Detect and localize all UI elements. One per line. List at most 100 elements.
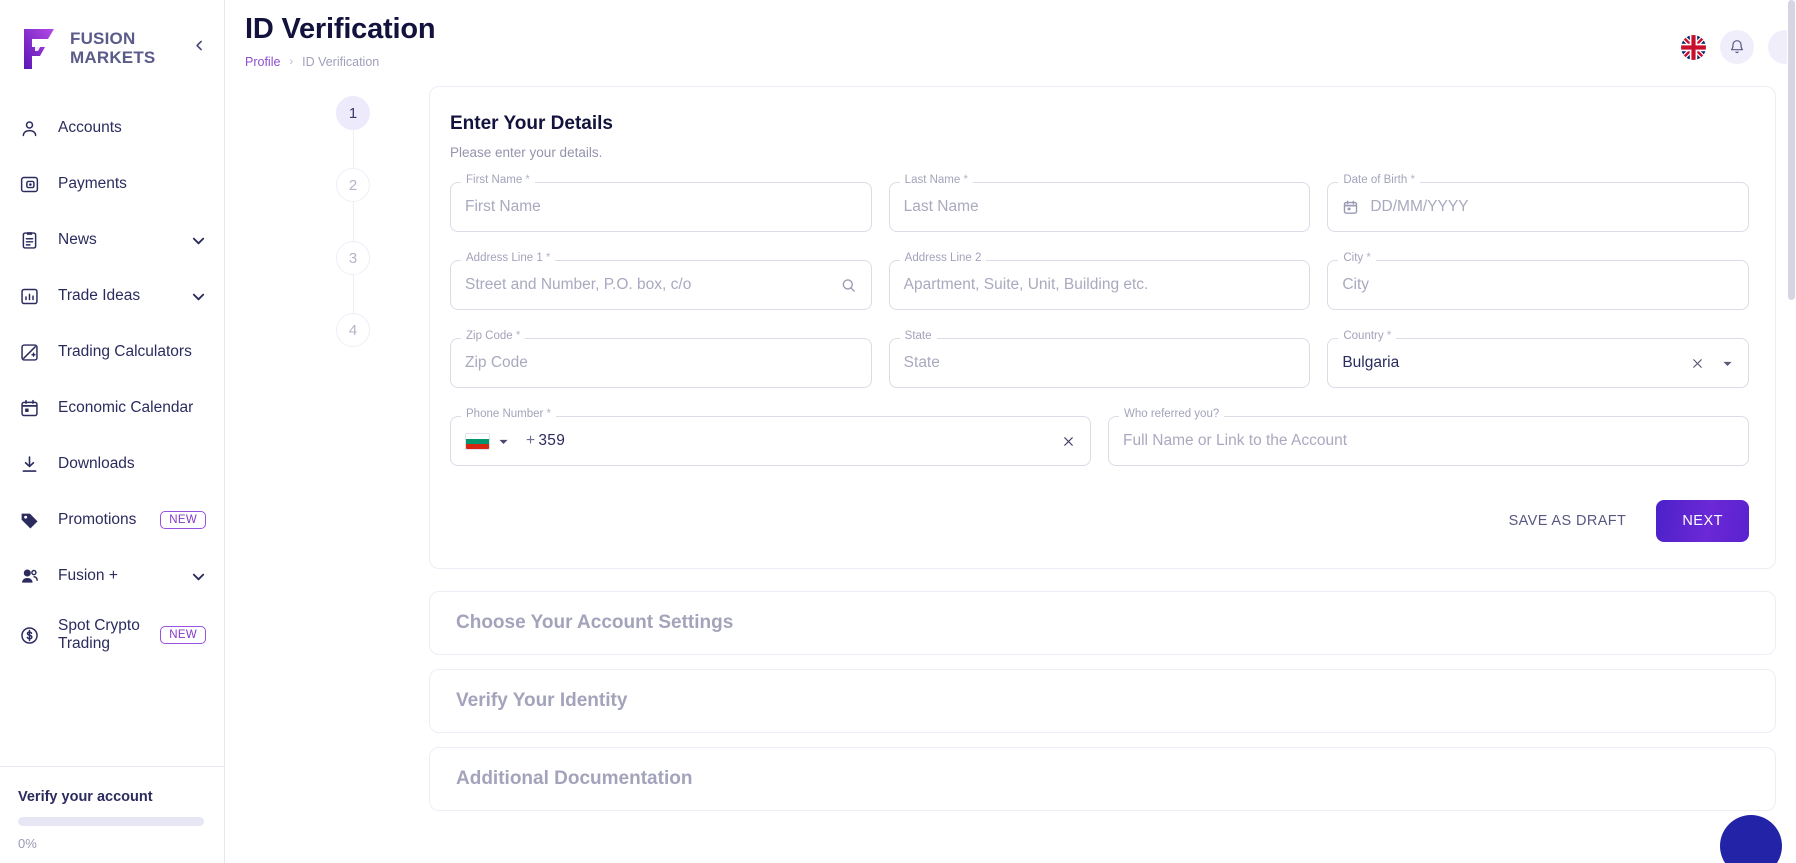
zip-code-placeholder: Zip Code [465,354,528,371]
country-value: Bulgaria [1342,354,1400,371]
verify-account-panel: Verify your account 0% [0,766,224,863]
stepper-connector [352,275,354,313]
sidebar-item-label: Trade Ideas [58,286,141,304]
verify-your-identity-card[interactable]: Verify Your Identity [429,669,1776,733]
stepper-connector [352,130,354,168]
sidebar-nav: Accounts Payments News Trade Ideas Tradi… [0,92,224,766]
card-title: Enter Your Details [450,113,613,134]
next-button[interactable]: NEXT [1656,500,1749,542]
page-content: 1 2 3 4 Enter Your Details Please enter … [225,78,1796,825]
first-name-input[interactable]: First Name [450,182,872,232]
close-icon[interactable] [1690,356,1705,371]
save-as-draft-button[interactable]: SAVE AS DRAFT [1505,505,1631,537]
app-root: FUSION MARKETS Accounts Payments News Tr… [0,0,1796,863]
enter-your-details-card: Enter Your Details Please enter your det… [429,86,1776,569]
phone-number-label: Phone Number * [461,408,557,421]
state-field: State State [888,330,1311,388]
wallet-icon [18,173,40,195]
country-select[interactable]: Bulgaria [1327,338,1750,388]
sidebar-item-trading-calculators[interactable]: Trading Calculators [0,324,224,380]
uk-flag-icon[interactable] [1681,34,1706,60]
caret-down-icon[interactable] [497,435,510,448]
card-title: Choose Your Account Settings [456,612,734,633]
state-label: State [899,330,937,343]
topbar-actions [1681,12,1796,64]
form-row-region: Zip Code * Zip Code State State Country … [450,330,1750,388]
chevron-down-icon[interactable] [191,289,206,304]
stepper-step-3[interactable]: 3 [336,241,370,275]
close-icon[interactable] [1061,434,1076,449]
form-actions: SAVE AS DRAFT NEXT [450,500,1749,542]
chevron-left-icon [195,40,202,50]
card-title: Additional Documentation [456,768,693,789]
brand-name: FUSION MARKETS [70,29,155,67]
chevron-down-icon[interactable] [191,233,206,248]
address-line-1-input[interactable]: Street and Number, P.O. box, c/o [450,260,872,310]
download-icon [18,453,40,475]
date-of-birth-input[interactable]: DD/MM/YYYY [1327,182,1750,232]
last-name-placeholder: Last Name [903,198,979,215]
verify-account-title: Verify your account [18,789,153,805]
address-line-2-field: Address Line 2 Apartment, Suite, Unit, B… [888,252,1311,310]
sidebar-item-payments[interactable]: Payments [0,156,224,212]
sidebar-item-label: News [58,230,97,248]
stepper-step-2[interactable]: 2 [336,168,370,202]
scrollbar-thumb[interactable] [1788,0,1795,300]
date-of-birth-field: Date of Birth * DD/MM/YYYY [1327,174,1750,232]
last-name-field: Last Name * Last Name [888,174,1311,232]
chevron-down-icon[interactable] [191,569,206,584]
page-header: ID Verification Profile › ID Verificatio… [245,12,436,69]
breadcrumb: Profile › ID Verification [245,55,435,69]
breadcrumb-link-profile[interactable]: Profile [245,55,280,69]
country-field-icons [1690,356,1734,371]
additional-documentation-card[interactable]: Additional Documentation [429,747,1776,811]
referrer-placeholder: Full Name or Link to the Account [1123,432,1348,449]
caret-down-icon[interactable] [1721,357,1734,370]
sidebar-item-label: Trading Calculators [58,342,192,360]
clipboard-icon [18,229,40,251]
sidebar-item-accounts[interactable]: Accounts [0,100,224,156]
sidebar-item-fusion-plus[interactable]: Fusion + [0,548,224,604]
sidebar-item-spot-crypto-trading[interactable]: Spot Crypto Trading NEW [0,604,224,666]
phone-number-input[interactable]: +359 [450,416,1091,466]
referrer-input[interactable]: Full Name or Link to the Account [1108,416,1749,466]
topbar: ID Verification Profile › ID Verificatio… [225,0,1796,78]
zip-code-field: Zip Code * Zip Code [450,330,872,388]
sidebar: FUSION MARKETS Accounts Payments News Tr… [0,0,225,863]
page-title: ID Verification [245,13,436,45]
zip-code-input[interactable]: Zip Code [450,338,872,388]
sidebar-item-downloads[interactable]: Downloads [0,436,224,492]
status-badge-new: NEW [160,625,206,645]
search-icon[interactable] [840,277,857,294]
sidebar-item-economic-calendar[interactable]: Economic Calendar [0,380,224,436]
address-line-2-input[interactable]: Apartment, Suite, Unit, Building etc. [888,260,1311,310]
breadcrumb-separator: › [289,55,294,68]
stepper-step-1[interactable]: 1 [336,96,370,130]
referrer-label: Who referred you? [1119,408,1225,421]
last-name-input[interactable]: Last Name [888,182,1311,232]
phone-dial-prefix: + [526,432,536,449]
phone-dial-code: +359 [526,432,565,450]
first-name-label: First Name * [461,174,535,187]
city-input[interactable]: City [1327,260,1750,310]
address-line-2-placeholder: Apartment, Suite, Unit, Building etc. [903,276,1149,293]
state-input[interactable]: State [888,338,1311,388]
sidebar-item-promotions[interactable]: Promotions NEW [0,492,224,548]
calendar-icon[interactable] [1342,199,1359,216]
sidebar-item-news[interactable]: News [0,212,224,268]
sidebar-item-label: Accounts [58,118,122,136]
sidebar-collapse-button[interactable] [188,34,210,56]
sidebar-item-label: Payments [58,174,127,192]
stepper-step-4[interactable]: 4 [336,313,370,347]
notifications-button[interactable] [1720,30,1754,64]
referrer-field: Who referred you? Full Name or Link to t… [1108,408,1749,466]
verification-progress-percent: 0% [18,836,37,851]
page-scrollbar[interactable] [1787,0,1796,863]
tag-icon [18,509,40,531]
bulgaria-flag-icon[interactable] [465,432,490,450]
choose-account-settings-card[interactable]: Choose Your Account Settings [429,591,1776,655]
status-badge-new: NEW [160,510,206,530]
form-row-name: First Name * First Name Last Name * Last… [450,174,1750,232]
country-label: Country * [1338,330,1397,343]
sidebar-item-trade-ideas[interactable]: Trade Ideas [0,268,224,324]
